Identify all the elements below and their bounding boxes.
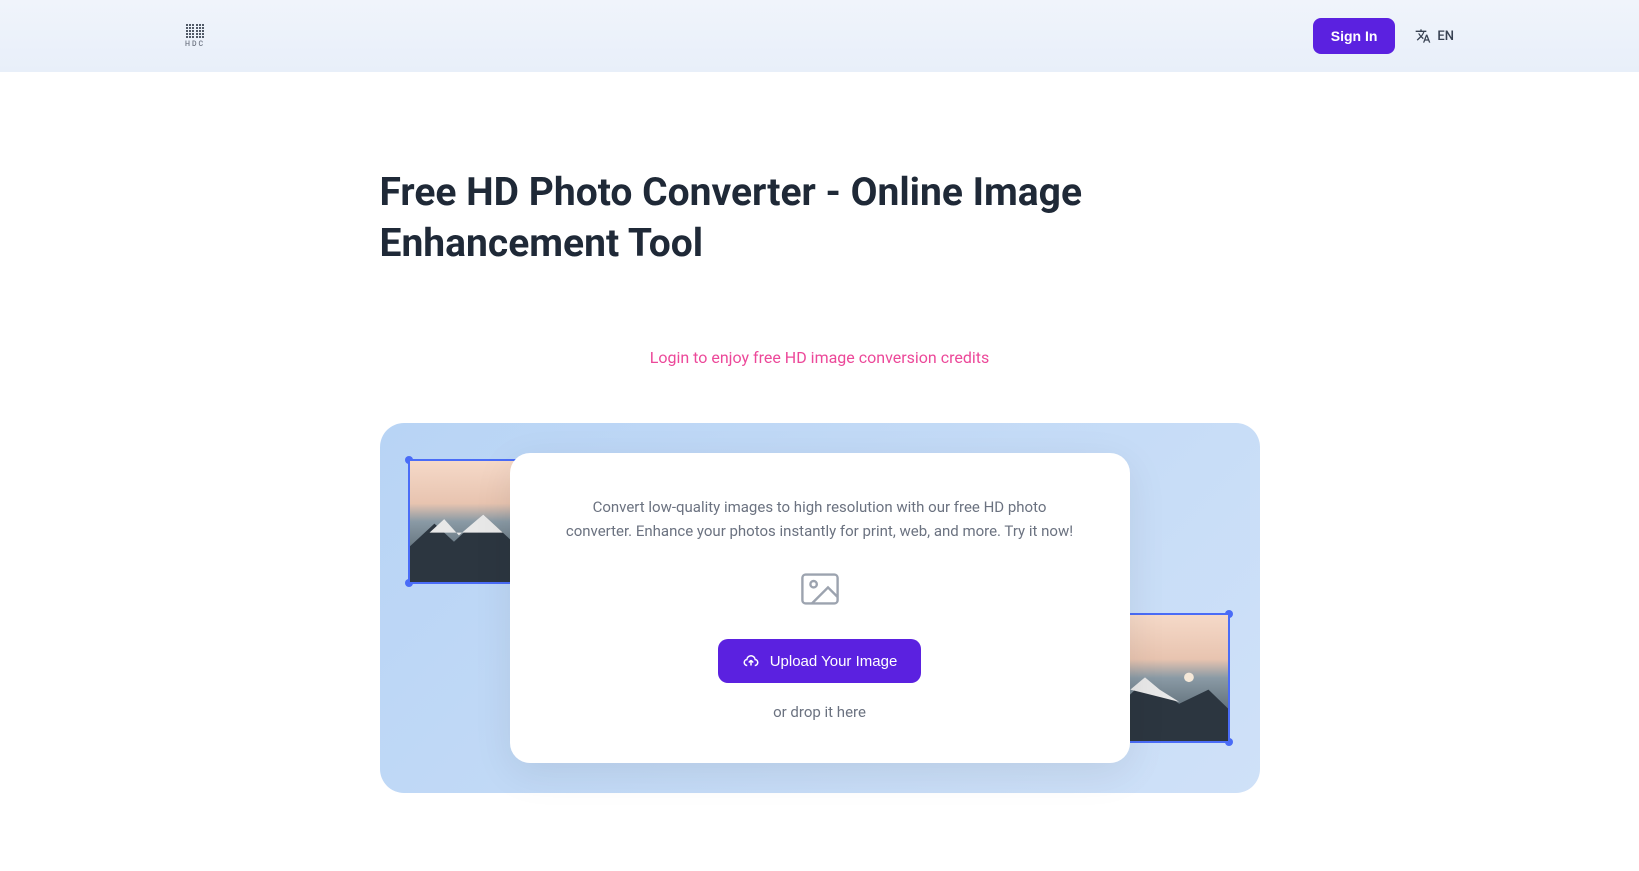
main-content: Free HD Photo Converter - Online Image E…	[320, 72, 1320, 853]
upload-button-label: Upload Your Image	[770, 653, 898, 670]
login-cta-link[interactable]: Login to enjoy free HD image conversion …	[650, 348, 990, 367]
cloud-upload-icon	[742, 652, 760, 670]
translate-icon	[1415, 28, 1431, 44]
upload-description: Convert low-quality images to high resol…	[566, 495, 1074, 543]
logo-text: HDC	[185, 40, 205, 48]
language-selector[interactable]: EN	[1415, 28, 1454, 44]
header: HDC Sign In EN	[0, 0, 1639, 72]
sign-in-button[interactable]: Sign In	[1313, 18, 1396, 54]
upload-card[interactable]: Convert low-quality images to high resol…	[510, 453, 1130, 763]
page-title: Free HD Photo Converter - Online Image E…	[380, 167, 1260, 268]
logo-icon	[186, 24, 204, 38]
language-code: EN	[1437, 29, 1454, 44]
image-icon	[800, 573, 840, 605]
cta-link-container: Login to enjoy free HD image conversion …	[380, 348, 1260, 367]
logo[interactable]: HDC	[185, 24, 205, 48]
drop-hint-text: or drop it here	[566, 703, 1074, 721]
header-right: Sign In EN	[1313, 18, 1454, 54]
upload-panel: Convert low-quality images to high resol…	[380, 423, 1260, 793]
upload-button[interactable]: Upload Your Image	[718, 639, 922, 683]
